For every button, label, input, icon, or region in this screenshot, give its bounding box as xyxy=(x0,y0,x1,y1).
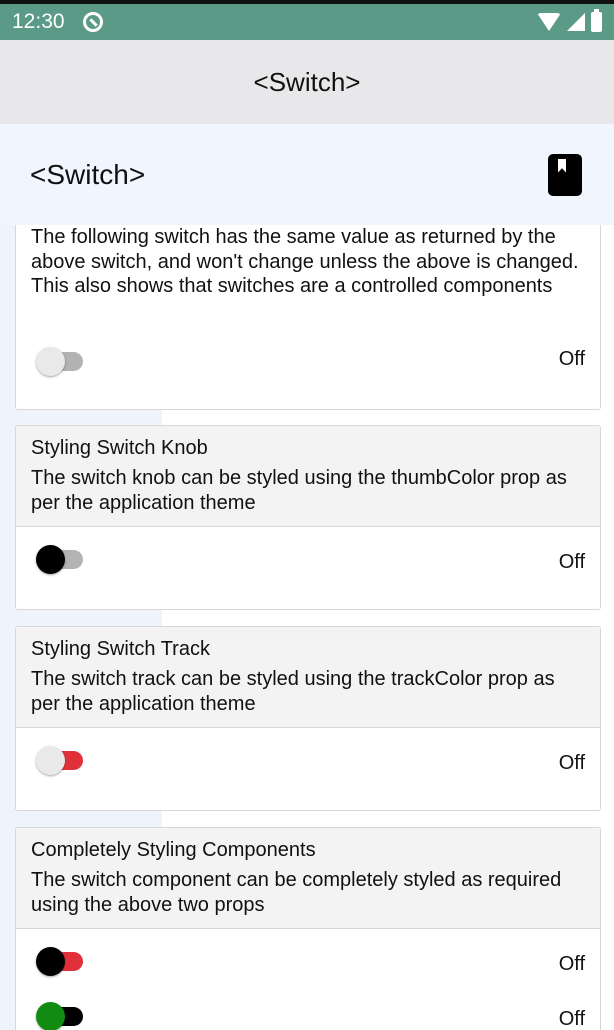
switch-thumb xyxy=(36,947,65,976)
fully-styled-switch-1[interactable] xyxy=(36,943,86,976)
cell-signal-icon xyxy=(567,13,585,31)
page-header: <Switch> xyxy=(0,124,614,225)
switch-value-label: Off xyxy=(558,953,585,975)
switch-thumb xyxy=(36,1002,65,1030)
section-description: The switch track can be styled using the… xyxy=(31,668,555,715)
intro-card: The following switch has the same value … xyxy=(15,225,601,410)
section-description: The switch component can be completely s… xyxy=(31,869,562,916)
status-time: 12:30 xyxy=(12,10,65,33)
section-card-track: Styling Switch Track The switch track ca… xyxy=(15,626,601,811)
status-icons xyxy=(537,9,602,32)
section-card-complete: Completely Styling Components The switch… xyxy=(15,827,601,1030)
switch-row: Off xyxy=(16,527,600,582)
switch-thumb xyxy=(36,545,65,574)
knob-styled-switch[interactable] xyxy=(36,541,86,574)
switch-value-label: Off xyxy=(558,1008,585,1030)
intro-description: The following switch has the same value … xyxy=(31,226,579,297)
switch-row: Off xyxy=(16,984,600,1030)
switch-value-label: Off xyxy=(558,348,585,370)
switch-thumb xyxy=(36,347,65,376)
section-title: Styling Switch Knob xyxy=(31,437,208,459)
section-header: Completely Styling Components The switch… xyxy=(16,828,600,929)
switch-row: Off xyxy=(16,929,600,984)
switch-value-label: Off xyxy=(558,752,585,774)
page-title: <Switch> xyxy=(30,158,146,190)
section-card-knob: Styling Switch Knob The switch knob can … xyxy=(15,425,601,610)
battery-icon xyxy=(591,9,602,32)
track-styled-switch[interactable] xyxy=(36,742,86,775)
section-header: Styling Switch Knob The switch knob can … xyxy=(16,426,600,527)
fully-styled-switch-2[interactable] xyxy=(36,998,86,1030)
app-header: <Switch> xyxy=(0,40,614,124)
controlled-switch[interactable] xyxy=(36,343,86,376)
wifi-icon xyxy=(537,13,561,31)
app-title: <Switch> xyxy=(253,66,361,97)
status-bar: 12:30 xyxy=(0,0,614,40)
switch-row: Off xyxy=(16,728,600,783)
section-description: The switch knob can be styled using the … xyxy=(31,467,567,514)
switch-thumb xyxy=(36,746,65,775)
bookmark-book-icon[interactable] xyxy=(548,153,582,196)
sync-icon xyxy=(82,12,103,32)
section-title: Styling Switch Track xyxy=(31,638,210,660)
section-title: Completely Styling Components xyxy=(31,839,316,861)
switch-value-label: Off xyxy=(558,551,585,573)
section-header: Styling Switch Track The switch track ca… xyxy=(16,627,600,728)
